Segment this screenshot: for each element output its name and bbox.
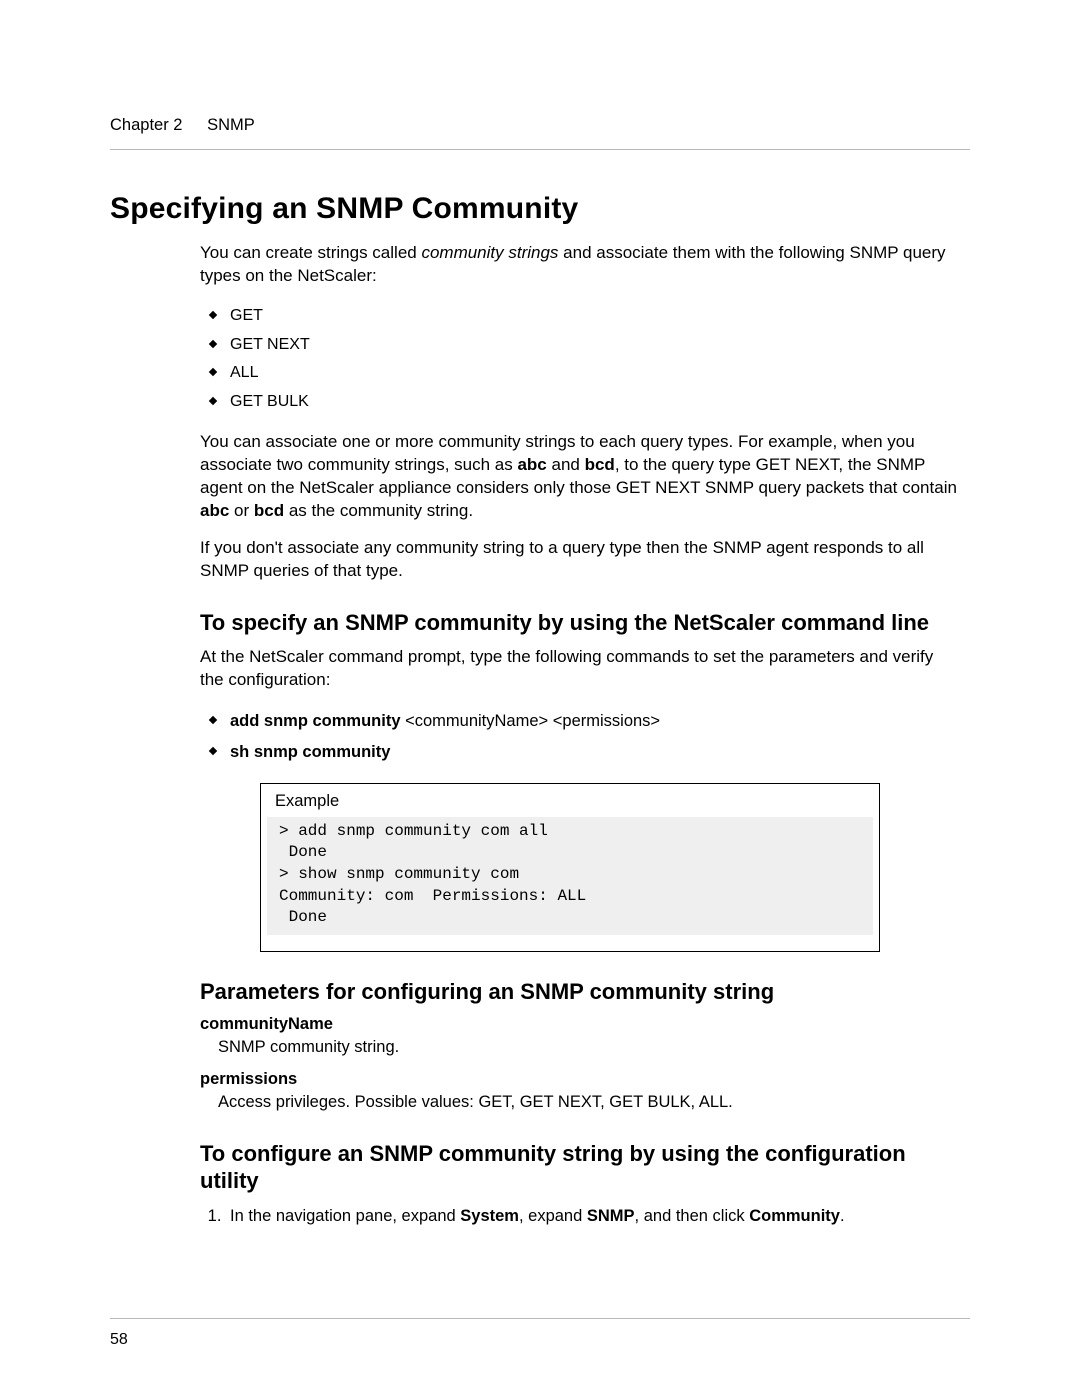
param-name: permissions [200, 1070, 960, 1089]
param-name: communityName [200, 1015, 960, 1034]
bold-text: bcd [254, 501, 284, 520]
param-desc: SNMP community string. [218, 1036, 960, 1058]
bold-text: abc [200, 501, 229, 520]
page-number: 58 [110, 1331, 128, 1349]
footer-rule [110, 1318, 970, 1319]
param-desc: Access privileges. Possible values: GET,… [218, 1091, 960, 1113]
query-type-list: GET GET NEXT ALL GET BULK [200, 302, 960, 417]
text: You can create strings called [200, 243, 421, 262]
text: or [229, 501, 254, 520]
example-box: Example > add snmp community com all Don… [260, 783, 880, 952]
bold-text: SNMP [587, 1207, 635, 1225]
text: as the community string. [284, 501, 473, 520]
list-item: GET [200, 302, 960, 331]
command-list: add snmp community <communityName> <perm… [200, 706, 960, 769]
example-label: Example [261, 784, 879, 817]
paragraph: At the NetScaler command prompt, type th… [200, 646, 960, 692]
list-item: ALL [200, 359, 960, 388]
text: In the navigation pane, expand [230, 1207, 460, 1225]
list-item: GET NEXT [200, 331, 960, 360]
running-header: Chapter 2 SNMP [110, 116, 970, 150]
bold-text: bcd [585, 455, 615, 474]
text: . [840, 1207, 845, 1225]
list-item: add snmp community <communityName> <perm… [200, 706, 960, 737]
paragraph: You can associate one or more community … [200, 431, 960, 523]
bold-text: Community [749, 1207, 840, 1225]
subheading-cli: To specify an SNMP community by using th… [200, 609, 960, 637]
steps-list: In the navigation pane, expand System, e… [200, 1205, 960, 1227]
list-item: sh snmp community [200, 737, 960, 768]
subheading-params: Parameters for configuring an SNMP commu… [200, 978, 960, 1006]
text: and [547, 455, 585, 474]
bold-text: System [460, 1207, 519, 1225]
command-bold: sh snmp community [230, 743, 390, 761]
text: , and then click [635, 1207, 750, 1225]
example-code: > add snmp community com all Done > show… [267, 817, 873, 935]
chapter-label: Chapter 2 [110, 116, 182, 134]
command-args: <communityName> <permissions> [401, 712, 661, 730]
param-block: communityName SNMP community string. [200, 1015, 960, 1058]
step-item: In the navigation pane, expand System, e… [226, 1205, 960, 1227]
bold-text: abc [517, 455, 546, 474]
page-title: Specifying an SNMP Community [110, 192, 970, 226]
command-bold: add snmp community [230, 712, 401, 730]
paragraph: If you don't associate any community str… [200, 537, 960, 583]
intro-paragraph: You can create strings called community … [200, 242, 960, 288]
list-item: GET BULK [200, 388, 960, 417]
subheading-gui: To configure an SNMP community string by… [200, 1140, 960, 1195]
text: , expand [519, 1207, 587, 1225]
emphasis-text: community strings [421, 243, 558, 262]
param-block: permissions Access privileges. Possible … [200, 1070, 960, 1113]
section-label: SNMP [207, 116, 255, 134]
